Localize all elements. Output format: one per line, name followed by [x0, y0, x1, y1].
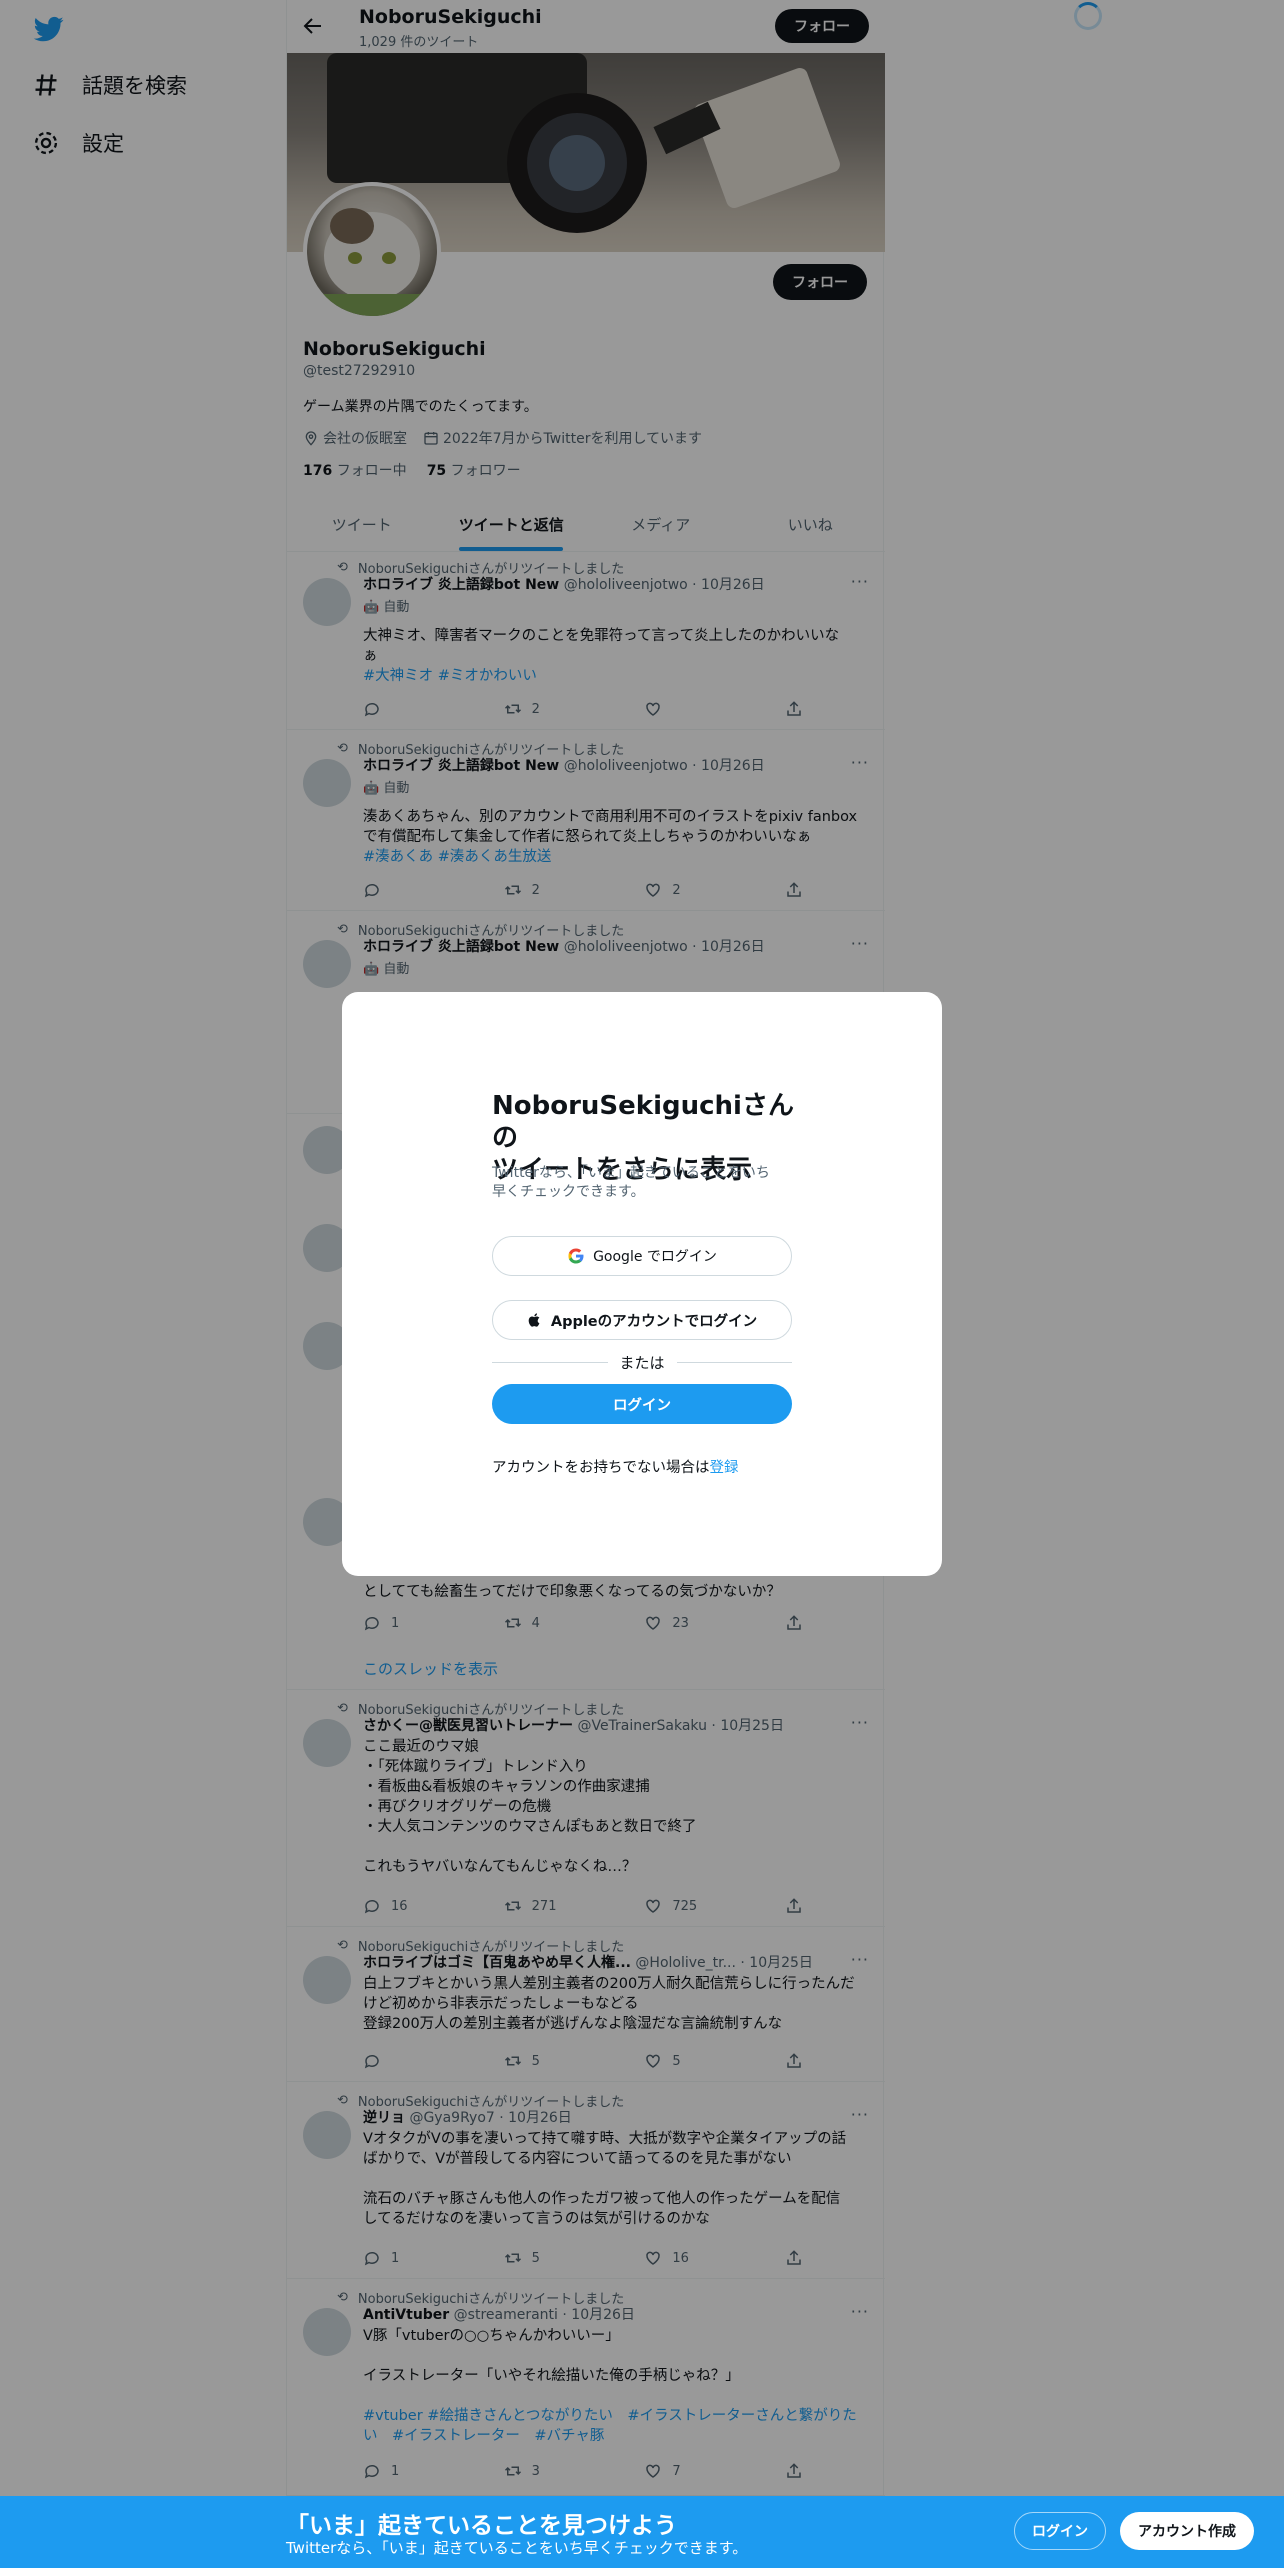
login-button[interactable]: ログイン	[492, 1384, 792, 1424]
modal-subtitle: Twitterなら、「いま」起きていることをいち 早くチェックできます。	[492, 1165, 770, 1200]
bottom-signup-bar: 「いま」起きていることを見つけよう Twitterなら、「いま」起きていることを…	[0, 2496, 1284, 2568]
bottom-bar-subtitle: Twitterなら、「いま」起きていることをいち早くチェックできます。	[286, 2539, 748, 2557]
google-login-button[interactable]: Google でログイン	[492, 1236, 792, 1276]
login-modal: NoboruSekiguchiさんの ツイートをさらに表示 Twitterなら、…	[342, 992, 942, 1576]
apple-login-button[interactable]: Appleのアカウントでログイン	[492, 1300, 792, 1340]
bottom-signup-button[interactable]: アカウント作成	[1120, 2512, 1254, 2550]
apple-icon	[528, 1313, 540, 1327]
google-login-label: Google でログイン	[593, 1249, 717, 1265]
google-icon	[568, 1248, 584, 1264]
or-divider: または	[492, 1352, 793, 1373]
bottom-bar-title: 「いま」起きていることを見つけよう	[286, 2513, 677, 2539]
apple-login-label: Appleのアカウントでログイン	[550, 1313, 758, 1330]
bottom-login-button[interactable]: ログイン	[1014, 2512, 1106, 2550]
signup-prompt: アカウントをお持ちでない場合は登録	[492, 1460, 739, 1476]
signup-link[interactable]: 登録	[710, 1460, 739, 1476]
